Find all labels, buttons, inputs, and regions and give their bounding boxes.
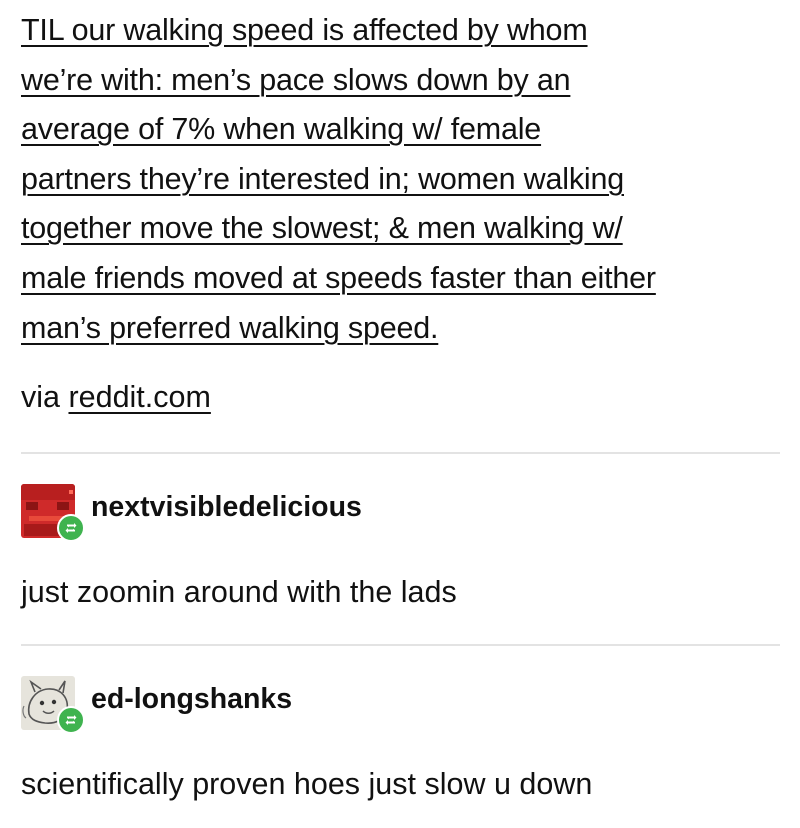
divider xyxy=(21,452,780,454)
reblog-comment: scientifically proven hoes just slow u d… xyxy=(21,767,593,801)
reblog-entry: nextvisibledelicious just zoomin around … xyxy=(21,484,781,609)
til-line: man’s preferred walking speed. xyxy=(21,310,439,345)
reblog-arrows-icon xyxy=(65,523,77,533)
username-link[interactable]: ed-longshanks xyxy=(91,682,292,716)
reblog-comment: just zoomin around with the lads xyxy=(21,575,457,609)
reblog-icon xyxy=(57,514,85,542)
reblog-entry: ed-longshanks scientifically proven hoes… xyxy=(21,676,781,801)
source-link[interactable]: reddit.com xyxy=(68,380,210,414)
reblog-header: ed-longshanks xyxy=(21,676,781,736)
til-post-link[interactable]: TIL our walking speed is affected by who… xyxy=(21,6,781,353)
tumblr-post: TIL our walking speed is affected by who… xyxy=(0,0,800,828)
til-line: TIL our walking speed is affected by who… xyxy=(21,13,588,47)
original-post: TIL our walking speed is affected by who… xyxy=(21,6,781,353)
reblog-icon xyxy=(57,706,85,734)
til-line: male friends moved at speeds faster than… xyxy=(21,260,656,295)
divider xyxy=(21,644,780,646)
via-label: via xyxy=(21,380,60,414)
source-attribution: via reddit.com xyxy=(21,377,211,417)
til-line: partners they’re interested in; women wa… xyxy=(21,161,624,196)
til-line: we’re with: men’s pace slows down by an xyxy=(21,62,571,97)
reblog-header: nextvisibledelicious xyxy=(21,484,781,544)
reblog-arrows-icon xyxy=(65,715,77,725)
til-line: average of 7% when walking w/ female xyxy=(21,112,542,147)
username-link[interactable]: nextvisibledelicious xyxy=(91,490,362,524)
til-line: together move the slowest; & men walking… xyxy=(21,211,623,246)
